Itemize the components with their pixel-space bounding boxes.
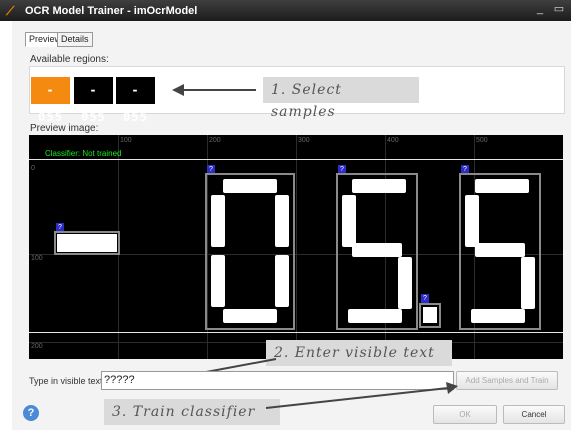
minimize-button[interactable]: _ xyxy=(533,2,547,16)
callout-enter-visible-text: 2. Enter visible text xyxy=(266,340,452,366)
ok-button[interactable]: OK xyxy=(433,405,497,424)
axis-y-label: 100 xyxy=(31,255,43,262)
region-tag: ? xyxy=(421,294,429,303)
sample-region-1[interactable]: - 055 xyxy=(31,77,70,124)
callout-arrowhead-1 xyxy=(172,84,184,96)
maximize-button[interactable]: ▭ xyxy=(552,2,566,16)
detected-region-digit-5b[interactable] xyxy=(459,173,541,330)
axis-x-label: 500 xyxy=(476,137,488,144)
cancel-button[interactable]: Cancel xyxy=(503,405,565,424)
axis-x-label: 300 xyxy=(298,137,310,144)
tab-details[interactable]: Details xyxy=(57,32,93,47)
sample-region-3[interactable]: - 055 xyxy=(116,77,155,124)
detected-region-decimal-point[interactable] xyxy=(419,303,441,328)
preview-image-label: Preview image: xyxy=(30,123,99,134)
available-regions-label: Available regions: xyxy=(30,54,109,65)
axis-y-label: 200 xyxy=(31,343,43,350)
add-samples-train-button[interactable]: Add Samples and Train xyxy=(456,371,558,390)
axis-x-label: 400 xyxy=(387,137,399,144)
preview-image: 100 200 300 400 500 0 100 200 Classifier… xyxy=(29,135,563,359)
axis-x-label: 200 xyxy=(209,137,221,144)
visible-text-label: Type in visible text: xyxy=(29,376,106,386)
callout-arrow-3 xyxy=(265,382,458,409)
axis-x-label: 100 xyxy=(120,137,132,144)
title-bar: ⟋ OCR Model Trainer - imOcrModel _ ▭ xyxy=(0,0,571,21)
detected-region-digit-5a[interactable] xyxy=(336,173,418,330)
help-icon[interactable]: ? xyxy=(23,405,39,421)
classifier-status: Classifier: Not trained xyxy=(45,149,122,158)
app-icon: ⟋ xyxy=(6,3,15,18)
callout-select-samples: 1. Select samples xyxy=(263,77,419,120)
detected-region-digit-0[interactable] xyxy=(205,173,295,330)
detected-region-minus[interactable] xyxy=(54,231,120,255)
window-title: OCR Model Trainer - imOcrModel xyxy=(25,4,198,17)
callout-train-classifier: 3. Train classifier xyxy=(104,399,280,425)
callout-arrow-1 xyxy=(182,89,256,91)
axis-y-label: 0 xyxy=(31,165,35,172)
sample-region-2[interactable]: - 055 xyxy=(74,77,113,124)
